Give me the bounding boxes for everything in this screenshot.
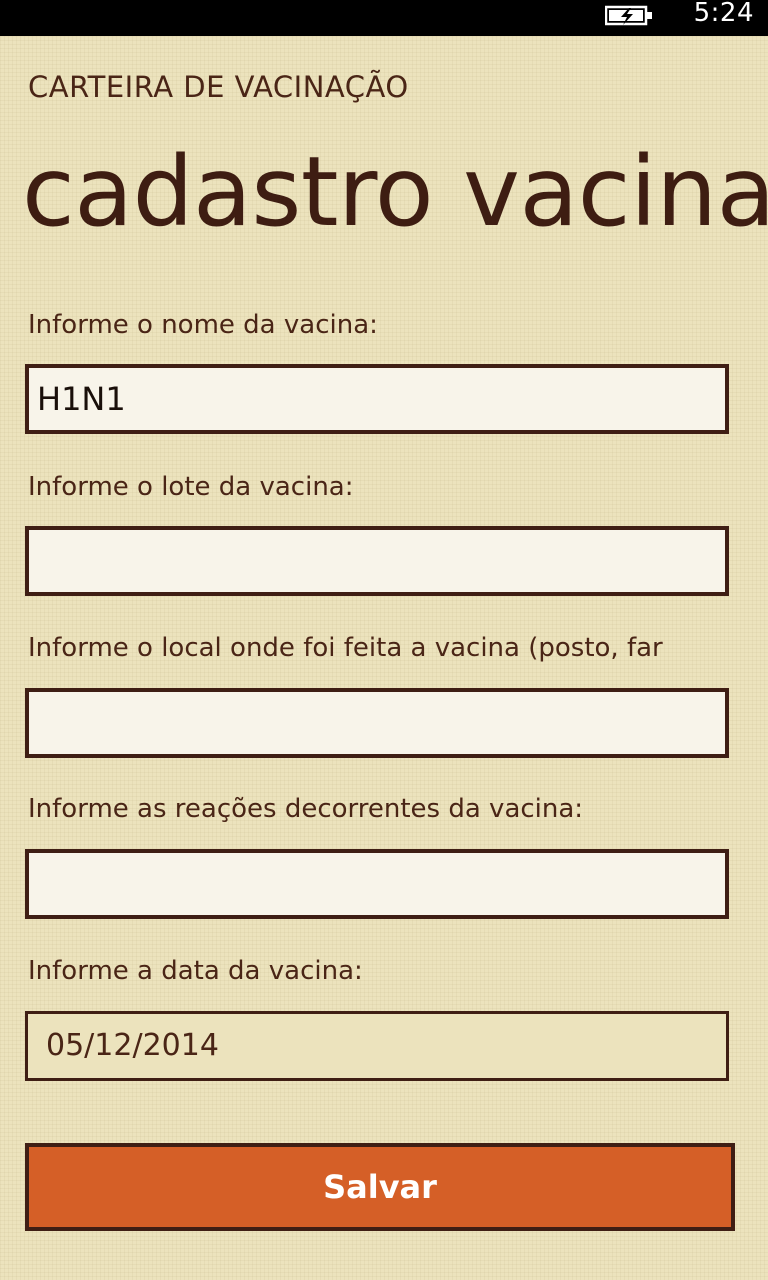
reacoes-input[interactable] <box>25 849 729 919</box>
data-label: Informe a data da vacina: <box>28 956 363 986</box>
page-title: cadastro vacina <box>22 136 768 248</box>
date-value: 05/12/2014 <box>46 1028 219 1063</box>
save-button[interactable]: Salvar <box>25 1143 735 1231</box>
lote-input[interactable] <box>25 526 729 596</box>
lote-label: Informe o lote da vacina: <box>28 472 354 502</box>
status-clock: 5:24 <box>693 0 754 28</box>
nome-label: Informe o nome da vacina: <box>28 310 378 340</box>
local-input[interactable] <box>25 688 729 758</box>
app-title: CARTEIRA DE VACINAÇÃO <box>28 70 409 104</box>
date-picker[interactable]: 05/12/2014 <box>25 1011 729 1081</box>
nome-input[interactable] <box>25 364 729 434</box>
local-label: Informe o local onde foi feita a vacina … <box>28 633 663 663</box>
status-bar: 5:24 <box>0 0 768 36</box>
battery-charging-icon <box>605 5 652 26</box>
reacoes-label: Informe as reações decorrentes da vacina… <box>28 794 584 824</box>
